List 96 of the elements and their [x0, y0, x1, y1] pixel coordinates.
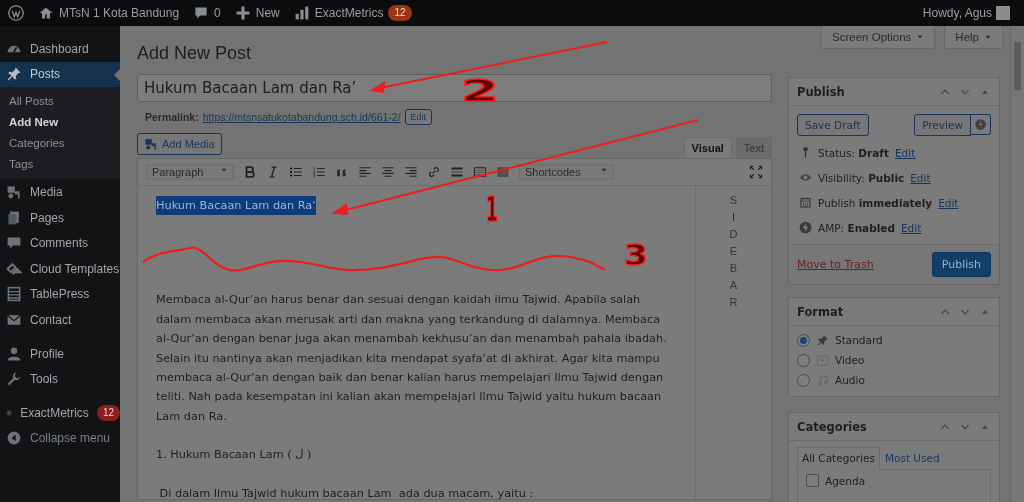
edit-link[interactable]: Edit [900, 221, 922, 234]
lightning-icon [799, 221, 812, 234]
caret-icon [599, 166, 608, 174]
caret-icon [916, 33, 925, 41]
caret-icon [220, 166, 228, 174]
annotation-number: 3 [624, 240, 648, 269]
bold-icon[interactable] [243, 165, 257, 179]
menu-item[interactable]: Comments [0, 230, 120, 256]
edit-link[interactable]: Edit [910, 171, 931, 184]
fullscreen-icon[interactable] [749, 165, 763, 179]
menu-item[interactable]: ExactMetrics 12 [0, 399, 120, 426]
site-name-link[interactable]: MTsN 1 Kota Bandung [59, 6, 180, 20]
calendar-icon[interactable] [496, 165, 510, 179]
publish-button[interactable]: Publish [931, 252, 991, 277]
menu-item[interactable]: Contact [0, 307, 120, 333]
format-box-title: Format [797, 304, 844, 319]
preview-button[interactable]: Preview [914, 114, 971, 136]
format-option[interactable]: Audio [789, 370, 999, 390]
horizontal-line-icon[interactable] [450, 165, 464, 179]
numbered-list-icon[interactable] [312, 165, 326, 179]
pushpin-icon [6, 66, 22, 83]
greeting-link[interactable]: Howdy, Agus [922, 6, 992, 20]
metrics-link[interactable]: ExactMetrics [314, 6, 384, 20]
eye-icon [799, 171, 812, 184]
align-left-icon[interactable] [358, 165, 372, 179]
shortcodes-dropdown[interactable]: Shortcodes [519, 164, 614, 180]
submenu-item[interactable]: All Posts [0, 91, 120, 113]
align-center-icon[interactable] [381, 165, 395, 179]
save-draft-button[interactable]: Save Draft [797, 114, 869, 136]
checkbox[interactable] [806, 474, 819, 487]
menu-item[interactable]: Tools [0, 366, 120, 392]
edit-link[interactable]: Edit [894, 146, 916, 159]
menu-item[interactable]: Posts [0, 61, 120, 88]
format-dropdown[interactable]: Paragraph [146, 164, 234, 180]
keyboard-icon[interactable] [473, 165, 487, 179]
link-icon[interactable] [427, 165, 441, 179]
format-option[interactable]: Standard [789, 330, 999, 350]
wordpress-logo-icon[interactable] [8, 5, 24, 21]
wrench-icon [6, 371, 22, 388]
body-paragraph: Membaca al-Qur’an harus benar dan sesuai dengan kaidah ilmu Tajwid. Apabila salah dalam membaca akan merusak arti dan makna yang terkandung di dalamnya. Membaca al-Qur’an dengan benar juga akan menambah kekhusu’an dan menambah pahala ibadah. Selain itu nantinya akan menjadikan kita mendapat syafa’at di akhirat. Agar kita mampu membaca al-Qur’an dengan baik dan benar kalian harus mempelajari Ilmu Tajwid dengan teliti. Nah pada kesempatan ini kalian akan mempelajari Ilmu Tajwid yaitu hukum bacaan Lam dan Ra. [156, 292, 668, 425]
publish-setting-text: Visibility: Public [818, 171, 905, 184]
publish-setting-text: AMP: Enabled [818, 221, 895, 234]
body-paragraph: Di dalam Ilmu Tajwid hukum bacaan Lam ada dua macam, yaitu : [158, 485, 535, 499]
publish-setting-text: Publish immediately [818, 196, 933, 209]
menu-item[interactable]: Dashboard [0, 36, 120, 62]
menu-item[interactable]: Cloud Templates [0, 255, 120, 282]
add-media-button[interactable]: Add Media [137, 133, 222, 155]
page-title: Add New Post [137, 43, 252, 64]
permalink-edit-button[interactable]: Edit [404, 109, 433, 125]
bulleted-list-icon[interactable] [289, 165, 303, 179]
submenu-item[interactable]: Categories [0, 133, 120, 155]
help-button[interactable]: Help [944, 26, 1003, 49]
submenu-item[interactable]: Tags [0, 154, 120, 176]
menu-item[interactable]: Profile [0, 340, 120, 367]
calendar-icon [799, 196, 812, 209]
table-icon [6, 286, 22, 303]
menu-item[interactable]: TablePress [0, 281, 120, 308]
permalink-link[interactable]: https://mtsnsatukotabandung.sch.id/661-2/ [202, 111, 401, 123]
screen-options-button[interactable]: Screen Options [821, 26, 936, 49]
radio-button[interactable] [797, 353, 810, 367]
person-icon [6, 345, 22, 362]
bar-chart-icon[interactable] [293, 5, 310, 21]
comment-icon[interactable] [193, 5, 210, 21]
radio-button[interactable] [797, 333, 810, 347]
menu-item[interactable]: Media [0, 179, 120, 205]
body-paragraph: 1. Hukum Bacaan Lam ( ل ) [156, 447, 313, 464]
media-icon [6, 184, 22, 200]
comments-count[interactable]: 0 [214, 6, 221, 20]
caret-icon [984, 33, 992, 41]
menu-item[interactable]: Collapse menu [0, 425, 120, 452]
scrollbar-thumb[interactable] [1014, 42, 1021, 90]
pages-icon [6, 209, 22, 226]
pushpin-icon [816, 333, 829, 347]
categories-box-title: Categories [797, 419, 867, 434]
editor-tab[interactable]: Visual [683, 137, 732, 158]
category-tab[interactable]: All Categories [797, 447, 880, 470]
format-option[interactable]: Video [789, 350, 999, 370]
align-right-icon[interactable] [404, 165, 418, 179]
new-link[interactable]: New [255, 6, 280, 20]
collapse-icon [6, 430, 22, 447]
permalink-label: Permalink: [145, 111, 199, 123]
submenu-item[interactable]: Add New [0, 112, 120, 134]
selected-heading-text: Hukum Bacaan Lam dan Ra’ [156, 196, 316, 216]
edit-link[interactable]: Edit [938, 196, 959, 209]
vertical-sidebar-label: SIDEBAR [729, 193, 738, 311]
menu-item[interactable]: Pages [0, 204, 120, 231]
plus-icon[interactable] [234, 5, 251, 21]
media-icon [144, 137, 158, 151]
annotation-number: 1 [486, 192, 498, 226]
home-icon[interactable] [38, 5, 54, 21]
publish-setting-text: Status: Draft [818, 146, 889, 159]
category-tab[interactable]: Most Used [879, 447, 945, 469]
radio-button[interactable] [797, 373, 810, 387]
publish-box-title: Publish [797, 84, 845, 99]
move-to-trash-link[interactable]: Move to Trash [797, 258, 874, 271]
notification-badge: 12 [388, 5, 412, 21]
